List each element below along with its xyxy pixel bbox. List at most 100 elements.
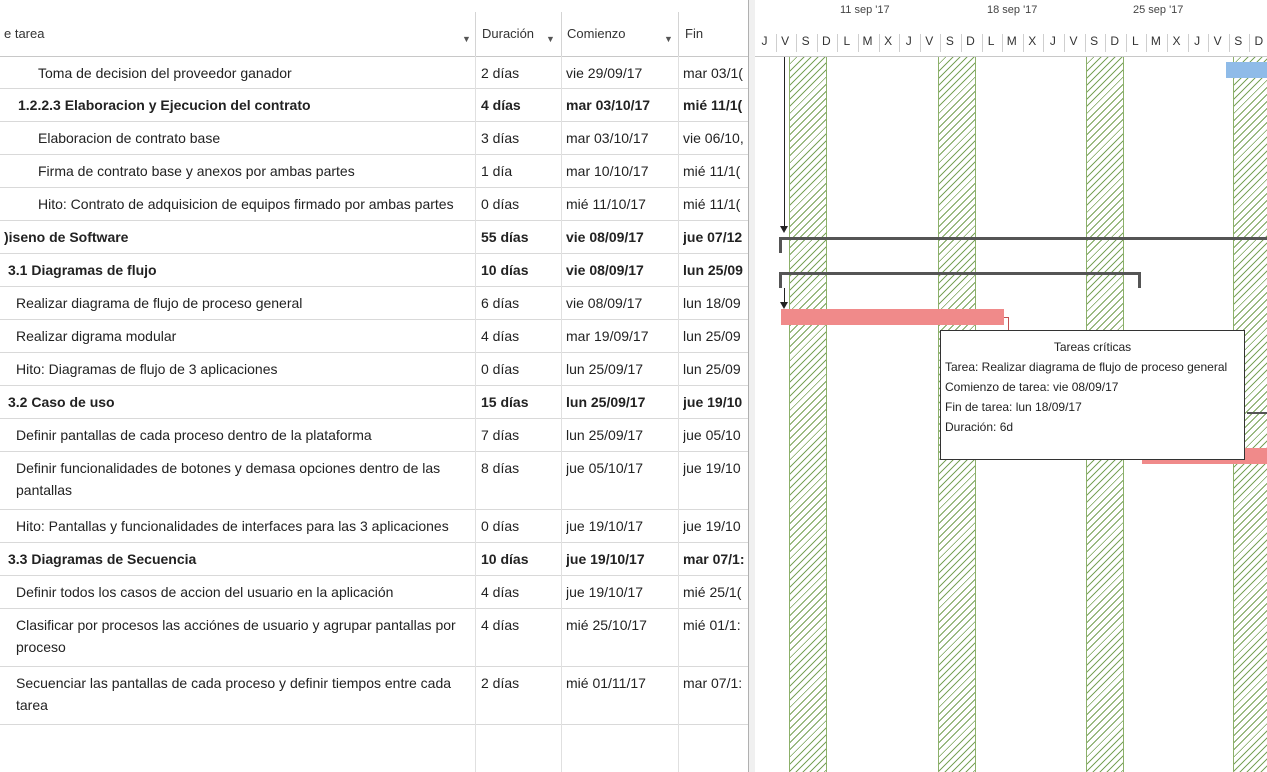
duration-cell[interactable]: 15 días: [481, 385, 559, 413]
table-row[interactable]: Elaboracion de contrato base 3 días mar 03…: [0, 121, 748, 155]
end-cell[interactable]: jue 07/12: [683, 220, 747, 248]
end-cell[interactable]: mar 03/1(: [683, 56, 747, 84]
duration-cell[interactable]: 10 días: [481, 253, 559, 281]
duration-cell[interactable]: 0 días: [481, 187, 559, 215]
start-cell[interactable]: mié 11/10/17: [566, 187, 672, 215]
dependency-arrow[interactable]: [780, 226, 788, 233]
duration-cell[interactable]: 4 días: [481, 608, 559, 636]
end-cell[interactable]: mié 11/1(: [683, 154, 747, 182]
task-name-cell[interactable]: Firma de contrato base y anexos por amba…: [4, 154, 474, 182]
start-cell[interactable]: jue 05/10/17: [566, 451, 672, 479]
duration-cell[interactable]: 4 días: [481, 319, 559, 347]
task-name-cell[interactable]: Hito: Contrato de adquisicion de equipos…: [4, 187, 474, 215]
table-row[interactable]: Definir pantallas de cada proceso dentro…: [0, 418, 748, 452]
start-cell[interactable]: mié 01/11/17: [566, 666, 672, 694]
task-name-cell[interactable]: Definir todos los casos de accion del us…: [4, 575, 474, 603]
end-cell[interactable]: mar 07/1:: [683, 666, 747, 694]
end-cell[interactable]: vie 06/10,: [683, 121, 747, 149]
end-cell[interactable]: mié 11/1(: [683, 88, 747, 116]
start-cell[interactable]: jue 19/10/17: [566, 509, 672, 537]
task-name-cell[interactable]: Definir pantallas de cada proceso dentro…: [4, 418, 474, 446]
dependency-line[interactable]: [784, 56, 785, 228]
start-cell[interactable]: jue 19/10/17: [566, 575, 672, 603]
duration-cell[interactable]: 1 día: [481, 154, 559, 182]
duration-cell[interactable]: 7 días: [481, 418, 559, 446]
start-cell[interactable]: lun 25/09/17: [566, 418, 672, 446]
task-name-cell[interactable]: Secuenciar las pantallas de cada proceso…: [4, 666, 474, 716]
duration-cell[interactable]: 8 días: [481, 451, 559, 479]
table-row[interactable]: Realizar diagrama de flujo de proceso ge…: [0, 286, 748, 320]
task-name-cell[interactable]: Clasificar por procesos las acciónes de …: [4, 608, 474, 658]
start-cell[interactable]: vie 08/09/17: [566, 253, 672, 281]
column-header-end[interactable]: Fin: [685, 26, 703, 41]
end-cell[interactable]: jue 19/10: [683, 385, 747, 413]
duration-cell[interactable]: 6 días: [481, 286, 559, 314]
table-row[interactable]: Secuenciar las pantallas de cada proceso…: [0, 666, 748, 725]
end-cell[interactable]: mié 01/1:: [683, 608, 747, 636]
task-name-cell[interactable]: )iseno de Software: [4, 220, 474, 248]
summary-cap[interactable]: [779, 272, 782, 288]
table-row[interactable]: Toma de decision del proveedor ganador 2 …: [0, 56, 748, 89]
duration-cell[interactable]: 3 días: [481, 121, 559, 149]
start-cell[interactable]: mar 19/09/17: [566, 319, 672, 347]
task-name-cell[interactable]: Elaboracion de contrato base: [4, 121, 474, 149]
task-name-cell[interactable]: 3.3 Diagramas de Secuencia: [4, 542, 474, 570]
task-name-cell[interactable]: 1.2.2.3 Elaboracion y Ejecucion del cont…: [4, 88, 474, 116]
duration-cell[interactable]: 0 días: [481, 352, 559, 380]
duration-cell[interactable]: 4 días: [481, 575, 559, 603]
task-name-cell[interactable]: Toma de decision del proveedor ganador: [4, 56, 474, 84]
start-cell[interactable]: lun 25/09/17: [566, 385, 672, 413]
duration-cell[interactable]: 2 días: [481, 56, 559, 84]
duration-cell[interactable]: 2 días: [481, 666, 559, 694]
critical-task-bar[interactable]: [781, 309, 1004, 325]
task-name-cell[interactable]: 3.2 Caso de uso: [4, 385, 474, 413]
end-cell[interactable]: lun 25/09: [683, 319, 747, 347]
table-row[interactable]: Hito: Diagramas de flujo de 3 aplicacion…: [0, 352, 748, 386]
table-row[interactable]: )iseno de Software 55 días vie 08/09/17 jue…: [0, 220, 748, 254]
duration-cell[interactable]: 0 días: [481, 509, 559, 537]
end-cell[interactable]: mié 25/1(: [683, 575, 747, 603]
dependency-line[interactable]: [1247, 412, 1267, 414]
summary-bar[interactable]: [779, 272, 1141, 275]
table-row[interactable]: Definir todos los casos de accion del us…: [0, 575, 748, 609]
table-row[interactable]: 3.2 Caso de uso 15 días lun 25/09/17 jue 19…: [0, 385, 748, 419]
column-header-duration[interactable]: Duración: [482, 26, 534, 41]
task-name-cell[interactable]: 3.1 Diagramas de flujo: [4, 253, 474, 281]
start-cell[interactable]: vie 08/09/17: [566, 286, 672, 314]
start-cell[interactable]: mar 03/10/17: [566, 121, 672, 149]
table-row[interactable]: 3.3 Diagramas de Secuencia 10 días jue 19/…: [0, 542, 748, 576]
table-row[interactable]: Clasificar por procesos las acciónes de …: [0, 608, 748, 667]
start-cell[interactable]: jue 19/10/17: [566, 542, 672, 570]
end-cell[interactable]: lun 25/09: [683, 253, 747, 281]
end-cell[interactable]: jue 19/10: [683, 509, 747, 537]
table-row[interactable]: Definir funcionalidades de botones y dem…: [0, 451, 748, 510]
end-cell[interactable]: lun 25/09: [683, 352, 747, 380]
chevron-down-icon[interactable]: ▼: [462, 34, 471, 44]
start-cell[interactable]: mar 10/10/17: [566, 154, 672, 182]
task-name-cell[interactable]: Hito: Diagramas de flujo de 3 aplicacion…: [4, 352, 474, 380]
end-cell[interactable]: jue 19/10: [683, 451, 747, 479]
start-cell[interactable]: mié 25/10/17: [566, 608, 672, 636]
end-cell[interactable]: lun 18/09: [683, 286, 747, 314]
duration-cell[interactable]: 10 días: [481, 542, 559, 570]
start-cell[interactable]: mar 03/10/17: [566, 88, 672, 116]
table-row[interactable]: Hito: Pantallas y funcionalidades de int…: [0, 509, 748, 543]
task-bar[interactable]: [1226, 62, 1267, 78]
task-name-cell[interactable]: Realizar diagrama de flujo de proceso ge…: [4, 286, 474, 314]
column-header-task-name[interactable]: e tarea: [4, 26, 44, 41]
end-cell[interactable]: jue 05/10: [683, 418, 747, 446]
column-divider[interactable]: [678, 12, 679, 56]
duration-cell[interactable]: 4 días: [481, 88, 559, 116]
duration-cell[interactable]: 55 días: [481, 220, 559, 248]
table-row[interactable]: Realizar digrama modular 4 días mar 19/09/…: [0, 319, 748, 353]
table-row[interactable]: 1.2.2.3 Elaboracion y Ejecucion del cont…: [0, 88, 748, 122]
start-cell[interactable]: vie 08/09/17: [566, 220, 672, 248]
table-row[interactable]: Firma de contrato base y anexos por amba…: [0, 154, 748, 188]
summary-cap[interactable]: [1138, 272, 1141, 288]
task-name-cell[interactable]: Hito: Pantallas y funcionalidades de int…: [4, 509, 474, 537]
column-divider[interactable]: [561, 12, 562, 56]
chevron-down-icon[interactable]: ▼: [546, 34, 555, 44]
dependency-arrow[interactable]: [780, 302, 788, 309]
column-divider[interactable]: [475, 12, 476, 56]
column-header-start[interactable]: Comienzo: [567, 26, 626, 41]
